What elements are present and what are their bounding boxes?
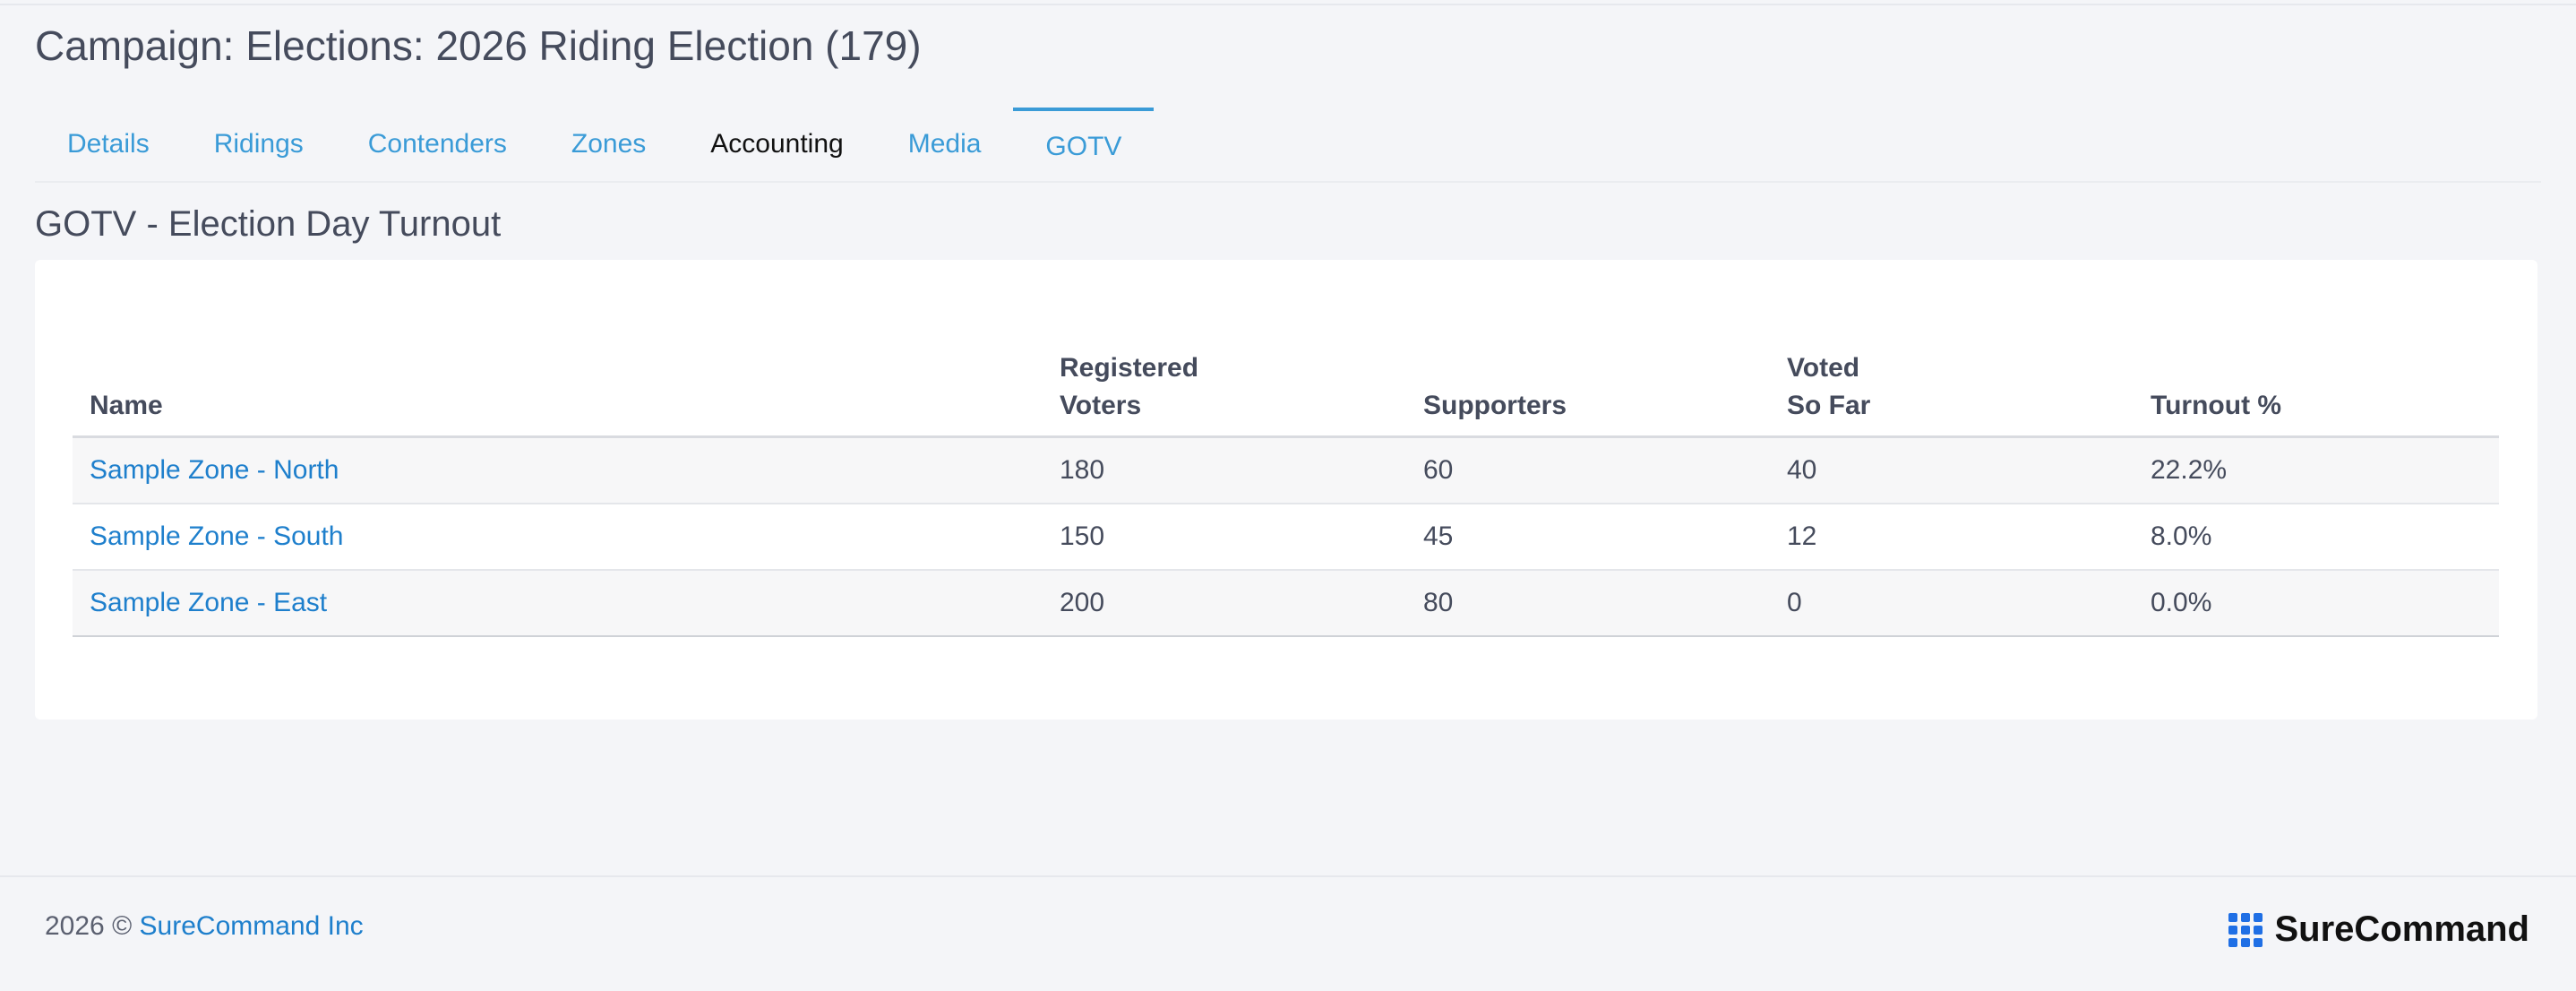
tab-zones[interactable]: Zones	[539, 108, 678, 181]
tab-gotv[interactable]: GOTV	[1013, 108, 1155, 181]
copyright-text: 2026 ©	[45, 911, 133, 941]
tab-contenders[interactable]: Contenders	[336, 108, 539, 181]
table-row: Sample Zone - East 200 80 0 0.0%	[73, 570, 2499, 637]
page-footer: 2026 © SureCommand Inc SureCommand	[0, 875, 2576, 991]
section-title: GOTV - Election Day Turnout	[35, 204, 502, 244]
brand-name: SureCommand	[2274, 909, 2530, 949]
turnout-cell: 8.0%	[2134, 504, 2499, 571]
table-row: Sample Zone - South 150 45 12 8.0%	[73, 504, 2499, 571]
header-registered-line2: Voters	[1060, 391, 1142, 420]
table-row: Sample Zone - North 180 60 40 22.2%	[73, 436, 2499, 504]
tab-details[interactable]: Details	[35, 108, 182, 181]
supporters-cell: 60	[1406, 436, 1770, 504]
tab-media[interactable]: Media	[876, 108, 1014, 181]
header-voted-line1: Voted	[1787, 353, 1860, 383]
column-header-registered-voters[interactable]: Registered Voters	[1043, 349, 1406, 438]
registered-voters-cell: 200	[1043, 570, 1406, 637]
company-link[interactable]: SureCommand Inc	[140, 911, 364, 941]
top-divider	[0, 0, 2576, 5]
zone-link-east[interactable]: Sample Zone - East	[90, 588, 327, 617]
header-turnout-label: Turnout %	[2151, 391, 2282, 420]
registered-voters-cell: 150	[1043, 504, 1406, 571]
turnout-cell: 0.0%	[2134, 570, 2499, 637]
voted-so-far-cell: 40	[1770, 436, 2134, 504]
column-header-voted-so-far[interactable]: Voted So Far	[1770, 349, 2134, 438]
voted-so-far-cell: 12	[1770, 504, 2134, 571]
supporters-cell: 80	[1406, 570, 1770, 637]
turnout-card: Name Registered Voters Supporters Voted So…	[35, 260, 2537, 720]
column-header-name[interactable]: Name	[73, 349, 1043, 438]
voted-so-far-cell: 0	[1770, 570, 2134, 637]
supporters-cell: 45	[1406, 504, 1770, 571]
column-header-turnout[interactable]: Turnout %	[2134, 349, 2499, 438]
zone-name-cell: Sample Zone - East	[73, 570, 1043, 637]
zone-name-cell: Sample Zone - South	[73, 504, 1043, 571]
brand-logo[interactable]: SureCommand	[2228, 909, 2530, 950]
tab-accounting[interactable]: Accounting	[678, 108, 875, 181]
page-title: Campaign: Elections: 2026 Riding Electio…	[35, 22, 922, 69]
turnout-table: Name Registered Voters Supporters Voted So…	[73, 349, 2499, 637]
table-header-row: Name Registered Voters Supporters Voted So…	[73, 349, 2499, 438]
header-registered-line1: Registered	[1060, 353, 1199, 383]
registered-voters-cell: 180	[1043, 436, 1406, 504]
zone-link-south[interactable]: Sample Zone - South	[90, 521, 344, 551]
header-supporters-label: Supporters	[1423, 391, 1567, 420]
tab-bar: Details Ridings Contenders Zones Account…	[35, 108, 2541, 183]
column-header-supporters[interactable]: Supporters	[1406, 349, 1770, 438]
zone-link-north[interactable]: Sample Zone - North	[90, 455, 339, 485]
tab-ridings[interactable]: Ridings	[182, 108, 336, 181]
turnout-cell: 22.2%	[2134, 436, 2499, 504]
header-voted-line2: So Far	[1787, 391, 1871, 420]
copyright-notice: 2026 © SureCommand Inc	[45, 911, 364, 942]
grid-logo-icon	[2228, 912, 2263, 947]
header-name-label: Name	[90, 391, 163, 420]
zone-name-cell: Sample Zone - North	[73, 436, 1043, 504]
